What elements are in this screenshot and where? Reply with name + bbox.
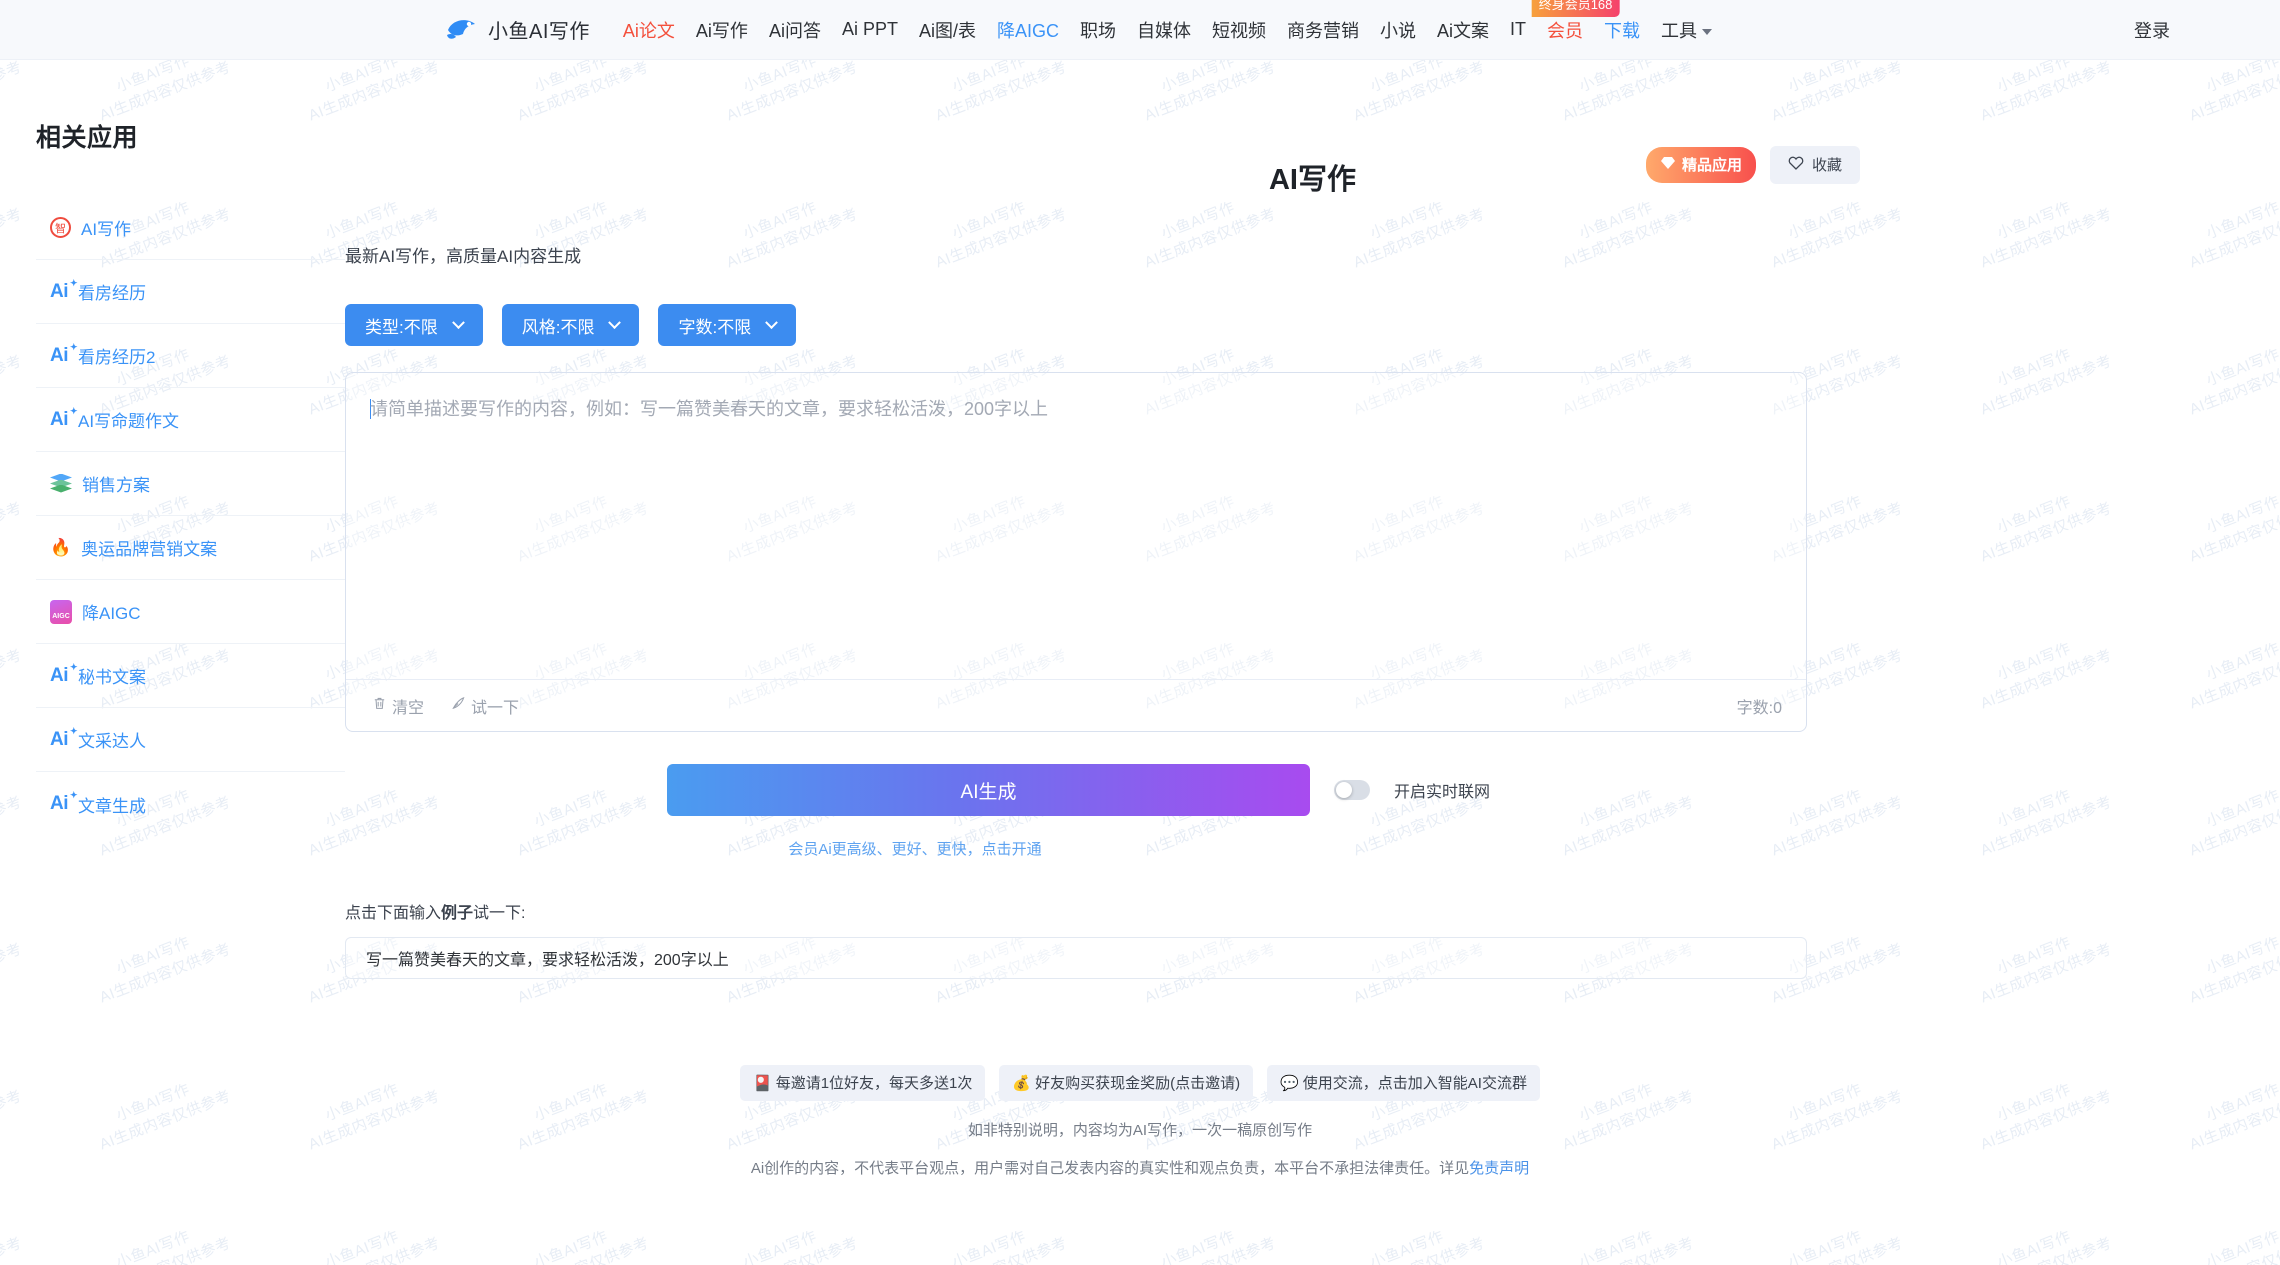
aigc-icon: AIGC (50, 599, 72, 624)
chevron-down-icon (608, 315, 622, 329)
word-count: 字数:0 (1736, 699, 1782, 717)
prompt-editor[interactable]: 请简单描述要写作的内容，例如：写一篇赞美春天的文章，要求轻松活泼，200字以上 … (345, 372, 1807, 732)
sidebar-item-label: 降AIGC (82, 604, 141, 623)
nav-item-shangwuyingxiao[interactable]: 商务营销 (1287, 13, 1359, 47)
chat-icon: 💬 (1280, 1074, 1299, 1092)
footer-note: 如非特别说明，内容均为AI写作，一次一稿原创写作 (967, 1122, 1313, 1139)
nav-item-xiazai[interactable]: 下载 (1604, 13, 1640, 47)
chevron-down-icon (765, 315, 779, 329)
nav-item-zimeiti[interactable]: 自媒体 (1137, 13, 1191, 47)
heart-icon (1788, 156, 1804, 174)
nav-item-ai-xiezuo[interactable]: Ai写作 (696, 13, 748, 47)
nav-item-zhichang[interactable]: 职场 (1080, 13, 1116, 47)
examples-label: 点击下面输入例子试一下: (345, 905, 526, 922)
fish-logo-icon (446, 15, 478, 45)
clear-button[interactable]: 清空 (372, 694, 424, 718)
tool-panel: 最新AI写作，高质量AI内容生成 类型:不限 风格:不限 字数:不限 请简单描述… (345, 242, 1807, 979)
login-button[interactable]: 登录 (2134, 17, 2170, 43)
footer-disclaimer: Ai创作的内容，不代表平台观点，用户需对自己发表内容的真实性和观点负责，本平台不… (750, 1160, 1530, 1177)
sidebar-item-label: 看房经历2 (78, 348, 156, 367)
gift-icon: 🎴 (753, 1074, 772, 1092)
sidebar-item-wencai-daren[interactable]: Ai 文采达人 (36, 708, 345, 772)
top-navigation-bar: 小鱼AI写作 Ai论文 Ai写作 Ai问答 Ai PPT Ai图/表 降AIGC… (0, 0, 2280, 60)
nav-item-ai-lunwen[interactable]: Ai论文 (623, 13, 675, 47)
nav-item-huiyuan[interactable]: 终身会员168 会员 (1531, 0, 1620, 47)
money-bag-icon: 💰 (1012, 1074, 1032, 1092)
sidebar-item-mishu-wenan[interactable]: Ai 秘书文案 (36, 644, 345, 708)
cash-reward-badge[interactable]: 💰 好友购买获现金奖励(点击邀请) (999, 1065, 1254, 1101)
chevron-down-icon (1702, 28, 1713, 35)
disclaimer-link[interactable]: 免责声明 (1469, 1160, 1529, 1177)
nav-item-ai-wenan[interactable]: Ai文案 (1437, 13, 1489, 47)
generate-row: AI生成 开启实时联网 (345, 764, 1807, 816)
brand-name: 小鱼AI写作 (488, 21, 590, 43)
diamond-icon (1660, 156, 1676, 174)
sidebar-item-label: AI写作 (81, 220, 132, 239)
page-subtitle: 最新AI写作，高质量AI内容生成 (345, 247, 582, 266)
sidebar-item-label: 奥运品牌营销文案 (81, 540, 218, 559)
sidebar-item-ai-xiezuo[interactable]: 智 AI写作 (36, 196, 345, 260)
filter-style-dropdown[interactable]: 风格:不限 (501, 304, 640, 346)
realtime-web-toggle[interactable] (1334, 780, 1370, 800)
page-footer: 🎴 每邀请1位好友，每天多送1次 💰 好友购买获现金奖励(点击邀请) 💬 使用交… (0, 1065, 2280, 1178)
nav-item-it[interactable]: IT (1510, 15, 1526, 44)
join-group-badge[interactable]: 💬 使用交流，点击加入智能AI交流群 (1267, 1065, 1540, 1101)
app-badges: 精品应用 收藏 (1645, 146, 1860, 184)
sidebar-item-kanfang-jingli-2[interactable]: Ai 看房经历2 (36, 324, 345, 388)
member-upgrade-link[interactable]: 会员Ai更高级、更好、更快，点击开通 (345, 838, 1807, 859)
sidebar-item-label: 销售方案 (82, 476, 150, 495)
ai-sparkle-icon: Ai (50, 726, 77, 751)
sidebar-item-ai-mingti-zuowen[interactable]: Ai AI写命题作文 (36, 388, 345, 452)
realtime-web-toggle-label: 开启实时联网 (1394, 784, 1491, 801)
sidebar-item-kanfang-jingli[interactable]: Ai 看房经历 (36, 260, 345, 324)
page-title: AI写作 (1268, 164, 1356, 196)
brand-logo-area[interactable]: 小鱼AI写作 (446, 15, 590, 45)
sidebar-item-jiang-aigc[interactable]: AIGC 降AIGC (36, 580, 345, 644)
favorite-button[interactable]: 收藏 (1769, 146, 1860, 184)
filter-wordcount-dropdown[interactable]: 字数:不限 (658, 304, 797, 346)
nav-item-duanshipin[interactable]: 短视频 (1212, 13, 1266, 47)
ai-sparkle-icon: Ai (50, 406, 77, 431)
invite-friend-badge[interactable]: 🎴 每邀请1位好友，每天多送1次 (740, 1065, 986, 1101)
chevron-down-icon (451, 315, 465, 329)
seal-icon: 智 (50, 217, 71, 238)
sidebar-item-label: 看房经历 (78, 284, 146, 303)
nav-item-ai-tubiao[interactable]: Ai图/表 (919, 13, 976, 47)
try-example-button[interactable]: 试一下 (450, 694, 519, 718)
filter-type-dropdown[interactable]: 类型:不限 (345, 304, 483, 346)
footer-badges: 🎴 每邀请1位好友，每天多送1次 💰 好友购买获现金奖励(点击邀请) 💬 使用交… (0, 1065, 2280, 1101)
sidebar-item-label: 文采达人 (78, 732, 146, 751)
sidebar-item-xiaoshou-fangan[interactable]: 销售方案 (36, 452, 345, 516)
nav-item-gongju[interactable]: 工具 (1661, 13, 1713, 47)
pen-icon (450, 696, 466, 716)
example-prompt-item[interactable]: 写一篇赞美春天的文章，要求轻松活泼，200字以上 (345, 937, 1807, 979)
torch-icon: 🔥 (50, 537, 72, 557)
related-apps-sidebar: 相关应用 智 AI写作 Ai 看房经历 Ai 看房经历2 Ai AI写命题作文 … (0, 60, 345, 979)
ai-sparkle-icon: Ai (50, 342, 77, 367)
ai-sparkle-icon: Ai (50, 278, 77, 303)
prompt-placeholder: 请简单描述要写作的内容，例如：写一篇赞美春天的文章，要求轻松活泼，200字以上 (370, 399, 1049, 419)
sidebar-item-label: 秘书文案 (78, 668, 146, 687)
sidebar-item-label: 文章生成 (78, 796, 146, 816)
filter-row: 类型:不限 风格:不限 字数:不限 (345, 304, 1807, 346)
main-content: 精品应用 收藏 AI写作 最新AI写作，高质量AI内容生成 类型:不限 风格:不… (345, 60, 2280, 979)
prompt-input[interactable]: 请简单描述要写作的内容，例如：写一篇赞美春天的文章，要求轻松活泼，200字以上 (346, 373, 1806, 679)
trash-icon (372, 696, 387, 716)
layers-icon (50, 473, 72, 494)
ai-generate-button[interactable]: AI生成 (667, 764, 1310, 816)
nav-item-ai-wenda[interactable]: Ai问答 (769, 13, 821, 47)
nav-item-ai-ppt[interactable]: Ai PPT (842, 15, 898, 44)
editor-toolbar: 清空 试一下 字数:0 (346, 679, 1806, 731)
nav-item-xiaoshuo[interactable]: 小说 (1380, 13, 1416, 47)
nav-links: Ai论文 Ai写作 Ai问答 Ai PPT Ai图/表 降AIGC 职场 自媒体… (623, 0, 1713, 47)
sidebar-title: 相关应用 (36, 124, 139, 152)
ai-sparkle-icon: Ai (50, 662, 77, 687)
sidebar-item-label: AI写命题作文 (78, 412, 180, 431)
ai-sparkle-icon: Ai (50, 790, 77, 815)
sidebar-item-aoyun-yingxiao[interactable]: 🔥 奥运品牌营销文案 (36, 516, 345, 580)
sidebar-item-wenzhang-shengcheng[interactable]: Ai 文章生成 (36, 772, 345, 836)
nav-item-jiang-aigc[interactable]: 降AIGC (997, 13, 1059, 47)
premium-app-badge[interactable]: 精品应用 (1645, 147, 1756, 183)
